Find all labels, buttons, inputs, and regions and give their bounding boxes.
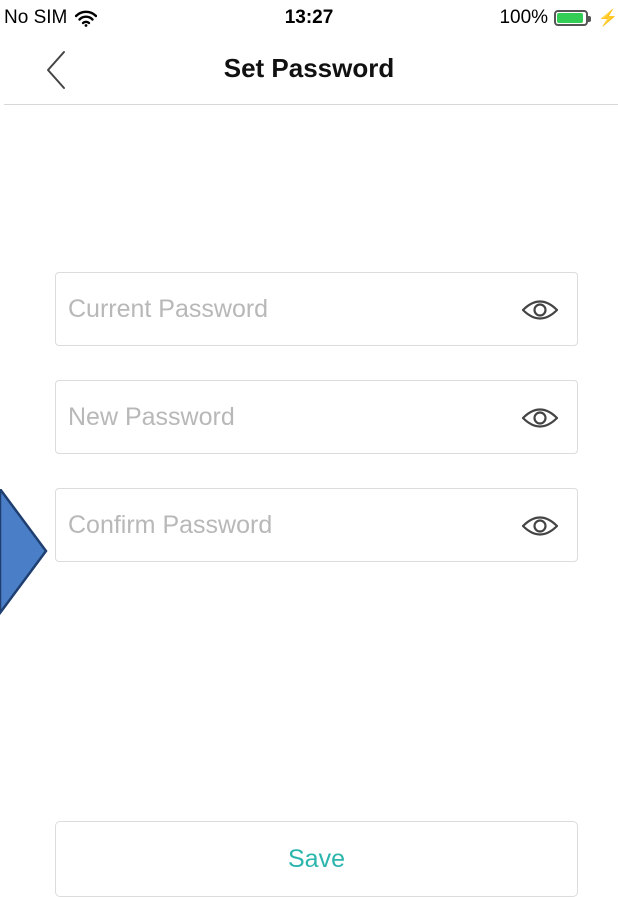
confirm-password-input[interactable] — [68, 489, 508, 561]
pointer-arrow-icon — [0, 489, 48, 615]
battery-fill — [557, 13, 584, 23]
current-password-field — [55, 272, 578, 346]
new-password-input[interactable] — [68, 381, 508, 453]
current-password-input[interactable] — [68, 273, 508, 345]
battery-nub — [588, 16, 592, 22]
save-button[interactable]: Save — [55, 821, 578, 897]
eye-icon[interactable] — [521, 511, 559, 541]
battery-icon — [554, 10, 592, 26]
nav-bar: Set Password — [0, 38, 618, 104]
battery-percent: 100% — [499, 7, 549, 28]
status-bar: No SIM 13:27 100% ⚡ — [0, 0, 618, 38]
status-right: 100% ⚡ — [499, 7, 618, 29]
new-password-field — [55, 380, 578, 454]
eye-icon[interactable] — [521, 295, 559, 325]
charging-bolt-icon: ⚡ — [598, 10, 618, 27]
confirm-password-field — [55, 488, 578, 562]
eye-icon[interactable] — [521, 403, 559, 433]
nav-divider — [4, 104, 618, 105]
page-title: Set Password — [223, 53, 395, 83]
